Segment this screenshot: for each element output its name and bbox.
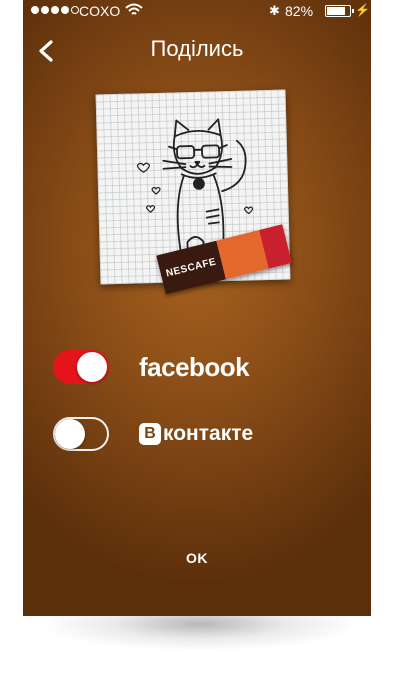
bluetooth-icon: ✱: [269, 3, 280, 18]
vkontakte-logo: B контакте: [139, 422, 253, 446]
ok-button[interactable]: OK: [23, 550, 371, 566]
page-title: Поділись: [150, 36, 244, 61]
toggle-knob: [77, 352, 107, 382]
vkontakte-label: контакте: [163, 422, 254, 445]
battery-fill: [327, 7, 346, 15]
toggle-knob: [55, 419, 85, 449]
charging-bolt-icon: ⚡: [355, 3, 370, 17]
facebook-label: facebook: [139, 351, 250, 382]
signal-dots-icon: [31, 6, 79, 14]
carrier-name: COXO: [79, 3, 121, 19]
app-screen: COXO ✱ 82% ⚡ Поділись NESCAFE facebook B…: [23, 0, 371, 616]
vkontakte-toggle[interactable]: [53, 417, 109, 451]
facebook-toggle[interactable]: [53, 350, 109, 384]
status-bar: COXO ✱ 82% ⚡: [23, 0, 371, 22]
battery-percent: 82%: [285, 3, 314, 19]
facebook-share-row: facebook: [53, 350, 353, 384]
device-shadow: [40, 612, 360, 672]
wifi-icon: [125, 3, 143, 15]
vk-logo-icon: B: [139, 423, 161, 445]
vkontakte-share-row: B контакте: [53, 417, 353, 451]
battery-icon: [325, 5, 354, 17]
